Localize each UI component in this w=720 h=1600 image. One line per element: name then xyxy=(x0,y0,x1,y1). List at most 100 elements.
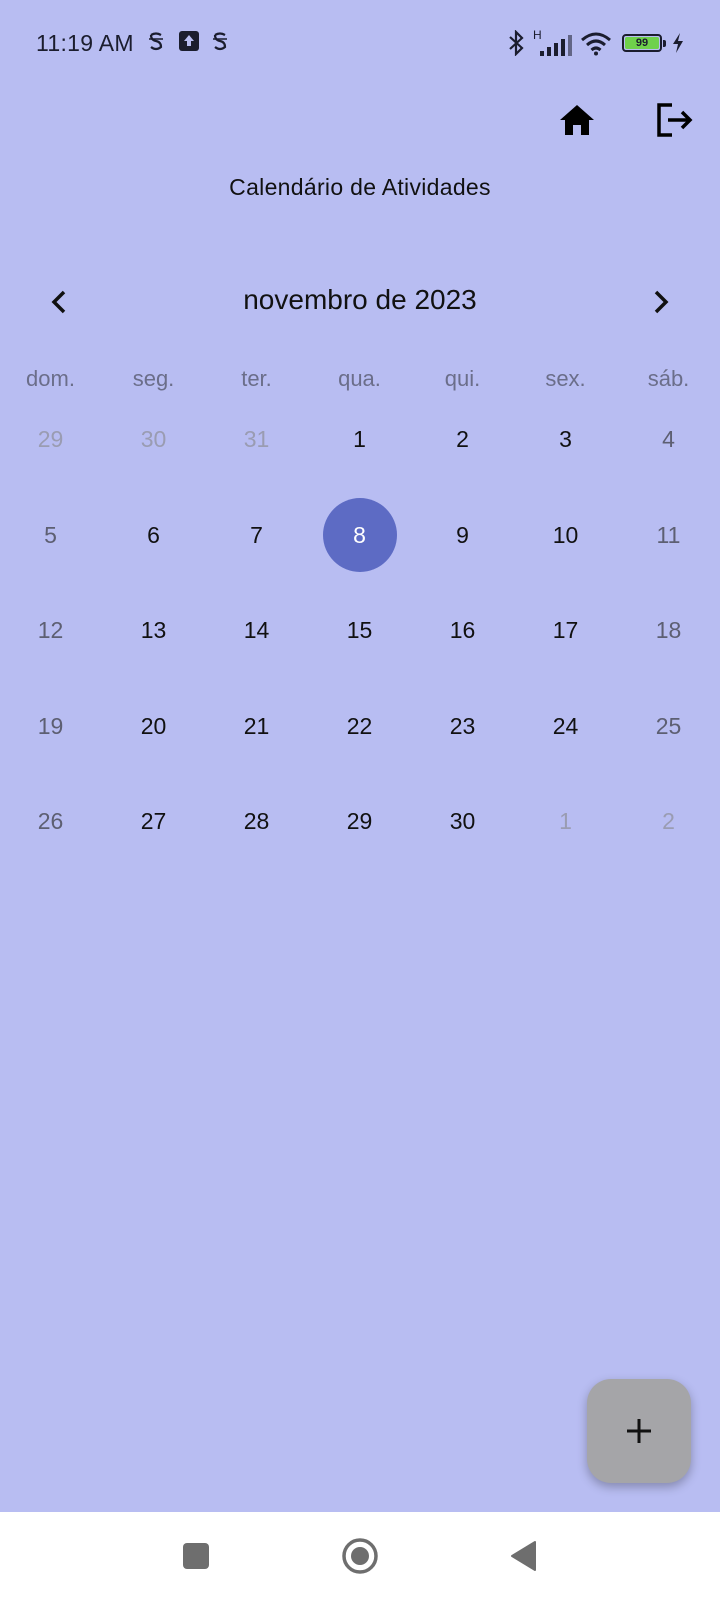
calendar-day[interactable]: 24 xyxy=(514,679,617,775)
calendar-day-number: 13 xyxy=(140,617,167,644)
calendar-day[interactable]: 27 xyxy=(102,774,205,870)
calendar-day[interactable]: 23 xyxy=(411,679,514,775)
calendar-day-number: 21 xyxy=(243,712,270,739)
calendar-day-number: 8 xyxy=(322,498,397,573)
app-screen: 11:19 AM H 99 Calendário de Atividades n… xyxy=(0,0,720,1512)
wifi-icon xyxy=(581,32,611,56)
calendar-day-outside-month[interactable]: 29 xyxy=(0,392,102,488)
calendar-day-outside-month[interactable]: 31 xyxy=(205,392,308,488)
calendar-day-number: 2 xyxy=(662,808,675,835)
calendar-day[interactable]: 6 xyxy=(102,488,205,584)
system-navigation-bar xyxy=(0,1512,720,1600)
calendar-day-number: 22 xyxy=(346,712,373,739)
bluetooth-icon xyxy=(509,30,524,56)
calendar-day-number: 9 xyxy=(456,521,469,548)
calendar-day[interactable]: 12 xyxy=(0,583,102,679)
calendar-day-number: 30 xyxy=(140,426,167,453)
calendar-day-number: 20 xyxy=(140,712,167,739)
calendar-day-number: 19 xyxy=(37,712,64,739)
home-circle-icon xyxy=(342,1538,378,1574)
calendar-day-number: 29 xyxy=(37,426,64,453)
calendar-day-number: 31 xyxy=(243,426,270,453)
calendar-day-number: 2 xyxy=(456,426,469,453)
calendar-day-selected[interactable]: 8 xyxy=(308,488,411,584)
month-label: novembro de 2023 xyxy=(243,284,477,315)
calendar-day[interactable]: 13 xyxy=(102,583,205,679)
upload-icon xyxy=(179,31,199,51)
system-back-button[interactable] xyxy=(497,1530,549,1582)
calendar-day-number: 18 xyxy=(655,617,682,644)
logout-button[interactable] xyxy=(651,96,699,144)
calendar-day-number: 27 xyxy=(140,808,167,835)
next-month-button[interactable] xyxy=(639,280,683,324)
recents-button[interactable] xyxy=(170,1530,222,1582)
calendar-day-grid: 29 30 31 1 2 3 4 5 6 7 8 9 10 11 12 13 14 15 16 17 18 19 20 21 2… xyxy=(0,392,719,870)
calendar-day[interactable]: 29 xyxy=(308,774,411,870)
status-bar: 11:19 AM H 99 xyxy=(0,0,720,90)
calendar-day[interactable]: 1 xyxy=(308,392,411,488)
calendar-day-number: 5 xyxy=(44,521,57,548)
calendar-day[interactable]: 2 xyxy=(411,392,514,488)
calendar-day-number: 28 xyxy=(243,808,270,835)
calendar-day-number: 29 xyxy=(346,808,373,835)
calendar-day[interactable]: 30 xyxy=(411,774,514,870)
charging-bolt-icon xyxy=(673,33,683,53)
calendar-day-number: 11 xyxy=(656,521,681,548)
calendar-day[interactable]: 25 xyxy=(617,679,720,775)
plus-icon xyxy=(627,1419,651,1443)
calendar-day-outside-month[interactable]: 2 xyxy=(617,774,720,870)
calendar-day-number: 12 xyxy=(37,617,64,644)
calendar-day[interactable]: 4 xyxy=(617,392,720,488)
calendar-day[interactable]: 11 xyxy=(617,488,720,584)
calendar-day-number: 26 xyxy=(37,808,64,835)
calendar-day-number: 7 xyxy=(250,521,263,548)
calendar-day[interactable]: 16 xyxy=(411,583,514,679)
calendar-day[interactable]: 3 xyxy=(514,392,617,488)
chevron-right-icon xyxy=(654,290,669,314)
calendar-day-number: 3 xyxy=(559,426,572,453)
signal-app-icon xyxy=(149,32,163,51)
battery-level: 99 xyxy=(625,37,659,49)
calendar-day[interactable]: 18 xyxy=(617,583,720,679)
calendar-day[interactable]: 20 xyxy=(102,679,205,775)
add-activity-button[interactable] xyxy=(587,1379,691,1483)
calendar-day[interactable]: 26 xyxy=(0,774,102,870)
battery-nub xyxy=(663,40,666,47)
calendar-day-number: 15 xyxy=(346,617,373,644)
calendar-day[interactable]: 15 xyxy=(308,583,411,679)
cell-signal-icon xyxy=(540,35,572,56)
calendar-day-outside-month[interactable]: 30 xyxy=(102,392,205,488)
calendar-day[interactable]: 9 xyxy=(411,488,514,584)
back-triangle-icon xyxy=(511,1541,536,1571)
logout-icon xyxy=(657,103,693,137)
battery-icon: 99 xyxy=(622,34,662,52)
calendar-day-number: 23 xyxy=(449,712,476,739)
home-icon xyxy=(560,105,594,135)
calendar-day-number: 1 xyxy=(559,808,572,835)
home-button[interactable] xyxy=(553,96,601,144)
calendar-day-outside-month[interactable]: 1 xyxy=(514,774,617,870)
calendar-day[interactable]: 14 xyxy=(205,583,308,679)
calendar-day[interactable]: 10 xyxy=(514,488,617,584)
calendar-day-number: 14 xyxy=(243,617,270,644)
page-title: Calendário de Atividades xyxy=(229,174,491,200)
system-home-button[interactable] xyxy=(334,1530,386,1582)
calendar-day-number: 16 xyxy=(449,617,476,644)
calendar-day-number: 30 xyxy=(449,808,476,835)
calendar-day-number: 25 xyxy=(655,712,682,739)
calendar-day-number: 4 xyxy=(662,426,675,453)
calendar-day[interactable]: 22 xyxy=(308,679,411,775)
calendar-day[interactable]: 7 xyxy=(205,488,308,584)
calendar-day[interactable]: 17 xyxy=(514,583,617,679)
calendar-day-number: 24 xyxy=(552,712,579,739)
calendar-day-number: 1 xyxy=(353,426,366,453)
calendar-day-number: 17 xyxy=(552,617,579,644)
calendar-day[interactable]: 21 xyxy=(205,679,308,775)
calendar-day[interactable]: 19 xyxy=(0,679,102,775)
calendar-day[interactable]: 5 xyxy=(0,488,102,584)
calendar-day[interactable]: 28 xyxy=(205,774,308,870)
signal-app-icon xyxy=(213,32,227,51)
calendar-day-number: 10 xyxy=(552,521,579,548)
recents-square-icon xyxy=(183,1543,209,1569)
status-time: 11:19 AM xyxy=(36,30,134,56)
